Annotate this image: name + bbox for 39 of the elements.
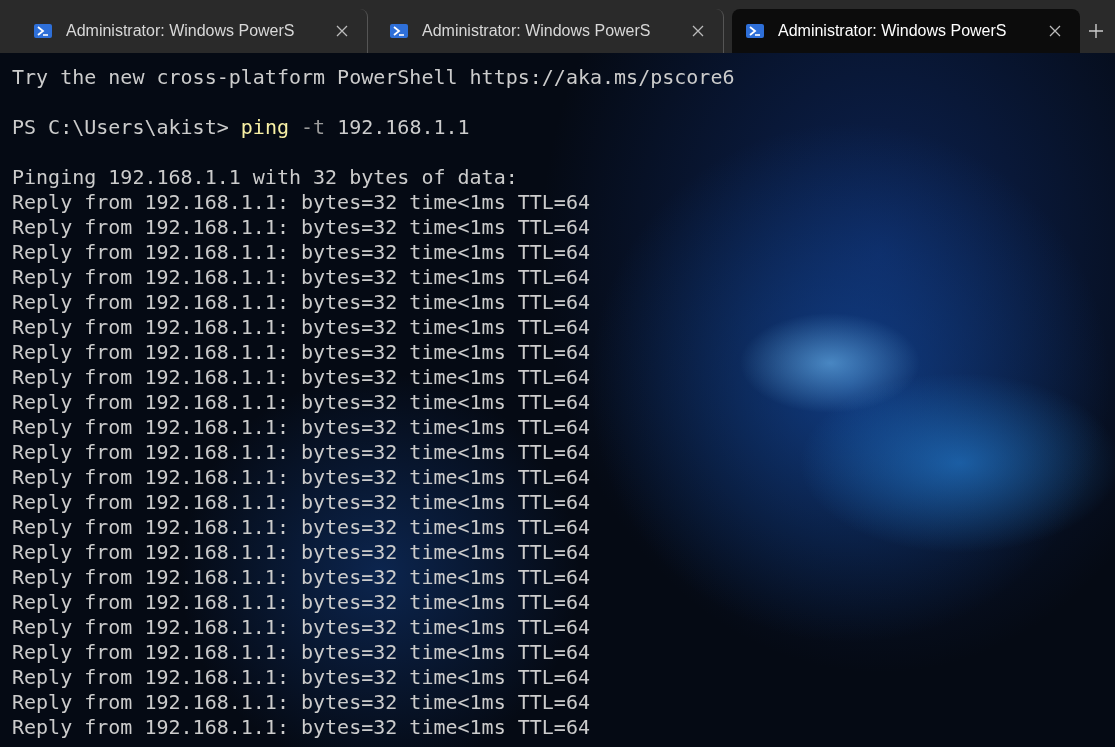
terminal-tab[interactable]: Administrator: Windows PowerS xyxy=(732,9,1080,53)
tab-title: Administrator: Windows PowerS xyxy=(422,22,652,40)
terminal-line: Reply from 192.168.1.1: bytes=32 time<1ms TTL=64 xyxy=(12,690,590,715)
terminal-line: Reply from 192.168.1.1: bytes=32 time<1ms TTL=64 xyxy=(12,440,590,465)
close-icon[interactable] xyxy=(335,24,349,38)
close-icon[interactable] xyxy=(691,24,705,38)
powershell-icon xyxy=(746,22,764,40)
terminal-line: Reply from 192.168.1.1: bytes=32 time<1ms TTL=64 xyxy=(12,190,590,215)
tab-title: Administrator: Windows PowerS xyxy=(66,22,296,40)
terminal-line: Reply from 192.168.1.1: bytes=32 time<1ms TTL=64 xyxy=(12,540,590,565)
terminal-line: Reply from 192.168.1.1: bytes=32 time<1ms TTL=64 xyxy=(12,615,590,640)
terminal-line: Reply from 192.168.1.1: bytes=32 time<1ms TTL=64 xyxy=(12,415,590,440)
terminal-line: Reply from 192.168.1.1: bytes=32 time<1ms TTL=64 xyxy=(12,515,590,540)
terminal-line: Reply from 192.168.1.1: bytes=32 time<1ms TTL=64 xyxy=(12,390,590,415)
terminal-line: Pinging 192.168.1.1 with 32 bytes of data: xyxy=(12,165,518,190)
terminal-line: Reply from 192.168.1.1: bytes=32 time<1ms TTL=64 xyxy=(12,715,590,740)
command-text: ping xyxy=(240,115,289,139)
terminal-line: Reply from 192.168.1.1: bytes=32 time<1ms TTL=64 xyxy=(12,465,590,490)
terminal-line: Try the new cross-platform PowerShell https://aka.ms/pscore6 xyxy=(12,65,735,90)
terminal-line: Reply from 192.168.1.1: bytes=32 time<1ms TTL=64 xyxy=(12,315,590,340)
terminal-line: Reply from 192.168.1.1: bytes=32 time<1ms TTL=64 xyxy=(12,215,590,240)
terminal-line: Reply from 192.168.1.1: bytes=32 time<1ms TTL=64 xyxy=(12,290,590,315)
terminal-line: Reply from 192.168.1.1: bytes=32 time<1ms TTL=64 xyxy=(12,240,590,265)
plus-icon[interactable] xyxy=(1088,23,1104,39)
tab-title: Administrator: Windows PowerS xyxy=(778,22,1008,40)
terminal-line: Reply from 192.168.1.1: bytes=32 time<1ms TTL=64 xyxy=(12,565,590,590)
argument-text: 192.168.1.1 xyxy=(336,115,470,139)
powershell-icon xyxy=(34,22,52,40)
close-icon[interactable] xyxy=(1048,24,1062,38)
terminal-line: Reply from 192.168.1.1: bytes=32 time<1ms TTL=64 xyxy=(12,365,590,390)
terminal-line: Reply from 192.168.1.1: bytes=32 time<1ms TTL=64 xyxy=(12,265,590,290)
terminal-line: Reply from 192.168.1.1: bytes=32 time<1ms TTL=64 xyxy=(12,665,590,690)
terminal-line: Reply from 192.168.1.1: bytes=32 time<1ms TTL=64 xyxy=(12,490,590,515)
terminal-line: Reply from 192.168.1.1: bytes=32 time<1ms TTL=64 xyxy=(12,640,590,665)
terminal-line: Reply from 192.168.1.1: bytes=32 time<1ms TTL=64 xyxy=(12,590,590,615)
prompt-text: PS C:\Users\akist> xyxy=(12,115,230,139)
terminal-line: Reply from 192.168.1.1: bytes=32 time<1ms TTL=64 xyxy=(12,340,590,365)
powershell-icon xyxy=(390,22,408,40)
flag-text: -t xyxy=(300,115,326,139)
